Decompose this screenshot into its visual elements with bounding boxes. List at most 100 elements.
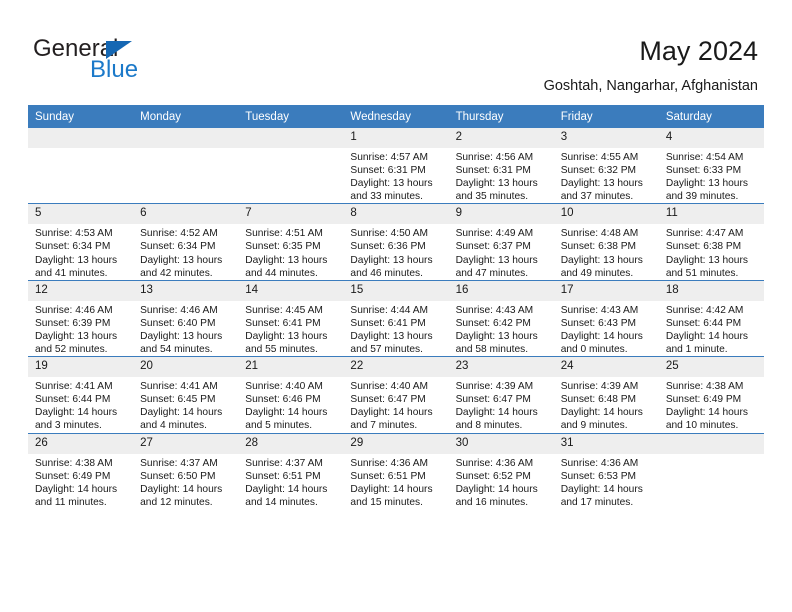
daylight-text: Daylight: 14 hours and 1 minute. <box>665 330 748 356</box>
day-details: Sunrise: 4:39 AM Sunset: 6:47 PM Dayligh… <box>449 377 554 432</box>
calendar-day-cell[interactable]: 16 Sunrise: 4:43 AM Sunset: 6:42 PM Dayl… <box>448 279 554 357</box>
day-number: 2 <box>448 128 554 148</box>
sunrise-text: Sunrise: 4:56 AM <box>455 152 534 163</box>
day-details: Sunrise: 4:54 AM Sunset: 6:33 PM Dayligh… <box>659 148 764 203</box>
sunrise-text: Sunrise: 4:38 AM <box>35 457 113 469</box>
weekday-header-saturday: Saturday <box>658 105 764 128</box>
day-number: 15 <box>343 280 449 301</box>
day-details: Sunrise: 4:38 AM Sunset: 6:49 PM Dayligh… <box>659 377 764 432</box>
calendar-day-cell[interactable]: 23 Sunrise: 4:39 AM Sunset: 6:47 PM Dayl… <box>448 356 554 433</box>
day-details: Sunrise: 4:43 AM Sunset: 6:43 PM Dayligh… <box>554 301 659 356</box>
day-number <box>238 128 344 148</box>
calendar-day-cell[interactable]: 8 Sunrise: 4:50 AM Sunset: 6:36 PM Dayli… <box>343 203 449 281</box>
day-number: 12 <box>28 280 134 301</box>
sunrise-text: Sunrise: 4:39 AM <box>560 381 639 393</box>
day-details: Sunrise: 4:53 AM Sunset: 6:34 PM Dayligh… <box>28 224 133 279</box>
calendar-week-row: 5 Sunrise: 4:53 AM Sunset: 6:34 PM Dayli… <box>28 203 764 281</box>
daylight-text: Daylight: 13 hours and 44 minutes. <box>245 254 328 279</box>
day-details: Sunrise: 4:42 AM Sunset: 6:44 PM Dayligh… <box>659 301 764 356</box>
day-number <box>133 128 239 148</box>
sunset-text: Sunset: 6:34 PM <box>35 241 111 253</box>
calendar-day-cell[interactable]: 21 Sunrise: 4:40 AM Sunset: 6:46 PM Dayl… <box>238 356 344 433</box>
day-details: Sunrise: 4:49 AM Sunset: 6:37 PM Dayligh… <box>449 224 554 279</box>
day-details: Sunrise: 4:36 AM Sunset: 6:52 PM Dayligh… <box>449 454 554 509</box>
sunrise-text: Sunrise: 4:36 AM <box>560 457 639 469</box>
calendar-body: 1 Sunrise: 4:57 AM Sunset: 6:31 PM Dayli… <box>28 128 764 509</box>
calendar-day-cell[interactable]: 18 Sunrise: 4:42 AM Sunset: 6:44 PM Dayl… <box>658 279 764 357</box>
day-details: Sunrise: 4:55 AM Sunset: 6:32 PM Dayligh… <box>554 148 659 203</box>
calendar-day-cell[interactable]: 31 Sunrise: 4:36 AM Sunset: 6:53 PM Dayl… <box>553 432 659 509</box>
calendar-day-cell[interactable]: 27 Sunrise: 4:37 AM Sunset: 6:50 PM Dayl… <box>133 432 239 509</box>
day-details: Sunrise: 4:50 AM Sunset: 6:36 PM Dayligh… <box>343 224 448 279</box>
calendar-day-cell[interactable]: 19 Sunrise: 4:41 AM Sunset: 6:44 PM Dayl… <box>28 356 134 433</box>
sunrise-text: Sunrise: 4:47 AM <box>665 228 744 240</box>
day-number: 11 <box>658 204 764 225</box>
day-number: 24 <box>553 357 659 378</box>
sunset-text: Sunset: 6:41 PM <box>245 317 321 329</box>
day-number: 30 <box>448 433 554 454</box>
weekday-header-sunday: Sunday <box>28 105 134 128</box>
daylight-text: Daylight: 13 hours and 55 minutes. <box>245 330 328 356</box>
day-details: Sunrise: 4:36 AM Sunset: 6:53 PM Dayligh… <box>554 454 659 509</box>
day-number: 21 <box>238 357 344 378</box>
calendar-day-cell[interactable]: 28 Sunrise: 4:37 AM Sunset: 6:51 PM Dayl… <box>238 432 344 509</box>
calendar-day-cell[interactable]: 11 Sunrise: 4:47 AM Sunset: 6:38 PM Dayl… <box>658 203 764 281</box>
location-subtitle: Goshtah, Nangarhar, Afghanistan <box>543 78 758 94</box>
sunrise-text: Sunrise: 4:36 AM <box>350 457 429 469</box>
day-number: 19 <box>28 357 134 378</box>
calendar-week-row: 19 Sunrise: 4:41 AM Sunset: 6:44 PM Dayl… <box>28 356 764 433</box>
generalblue-logo[interactable]: General Blue <box>33 36 263 86</box>
sunrise-text: Sunrise: 4:54 AM <box>665 152 744 163</box>
sunset-text: Sunset: 6:34 PM <box>140 241 216 253</box>
day-number: 4 <box>658 128 764 148</box>
sunrise-text: Sunrise: 4:40 AM <box>245 381 323 393</box>
calendar-day-cell[interactable]: 1 Sunrise: 4:57 AM Sunset: 6:31 PM Dayli… <box>343 128 449 204</box>
daylight-text: Daylight: 14 hours and 0 minutes. <box>560 330 643 356</box>
calendar-day-cell[interactable]: 15 Sunrise: 4:44 AM Sunset: 6:41 PM Dayl… <box>343 279 449 357</box>
calendar-day-cell[interactable]: 14 Sunrise: 4:45 AM Sunset: 6:41 PM Dayl… <box>238 279 344 357</box>
sunset-text: Sunset: 6:47 PM <box>455 394 531 406</box>
day-details: Sunrise: 4:40 AM Sunset: 6:46 PM Dayligh… <box>238 377 343 432</box>
weekday-header-friday: Friday <box>553 105 659 128</box>
daylight-text: Daylight: 14 hours and 4 minutes. <box>140 407 223 432</box>
calendar-day-cell[interactable]: 2 Sunrise: 4:56 AM Sunset: 6:31 PM Dayli… <box>448 128 554 204</box>
sunset-text: Sunset: 6:42 PM <box>455 317 531 329</box>
calendar-day-cell[interactable]: 29 Sunrise: 4:36 AM Sunset: 6:51 PM Dayl… <box>343 432 449 509</box>
calendar-day-cell[interactable]: 24 Sunrise: 4:39 AM Sunset: 6:48 PM Dayl… <box>553 356 659 433</box>
calendar-day-cell[interactable]: 20 Sunrise: 4:41 AM Sunset: 6:45 PM Dayl… <box>133 356 239 433</box>
day-details: Sunrise: 4:48 AM Sunset: 6:38 PM Dayligh… <box>554 224 659 279</box>
calendar-day-cell[interactable]: 12 Sunrise: 4:46 AM Sunset: 6:39 PM Dayl… <box>28 279 134 357</box>
calendar-day-cell[interactable]: 22 Sunrise: 4:40 AM Sunset: 6:47 PM Dayl… <box>343 356 449 433</box>
calendar-day-cell[interactable]: 3 Sunrise: 4:55 AM Sunset: 6:32 PM Dayli… <box>553 128 659 204</box>
daylight-text: Daylight: 13 hours and 47 minutes. <box>455 254 538 279</box>
calendar-day-cell[interactable]: 7 Sunrise: 4:51 AM Sunset: 6:35 PM Dayli… <box>238 203 344 281</box>
daylight-text: Daylight: 14 hours and 5 minutes. <box>245 407 328 432</box>
day-number: 27 <box>133 433 239 454</box>
day-number: 25 <box>658 357 764 378</box>
day-details: Sunrise: 4:36 AM Sunset: 6:51 PM Dayligh… <box>343 454 448 509</box>
weekday-header-thursday: Thursday <box>448 105 554 128</box>
calendar-day-cell[interactable]: 30 Sunrise: 4:36 AM Sunset: 6:52 PM Dayl… <box>448 432 554 509</box>
calendar-day-cell[interactable]: 26 Sunrise: 4:38 AM Sunset: 6:49 PM Dayl… <box>28 432 134 509</box>
daylight-text: Daylight: 14 hours and 17 minutes. <box>560 483 643 508</box>
day-details: Sunrise: 4:56 AM Sunset: 6:31 PM Dayligh… <box>449 148 554 203</box>
calendar-day-cell[interactable]: 9 Sunrise: 4:49 AM Sunset: 6:37 PM Dayli… <box>448 203 554 281</box>
daylight-text: Daylight: 13 hours and 51 minutes. <box>665 254 748 279</box>
calendar-day-cell[interactable]: 17 Sunrise: 4:43 AM Sunset: 6:43 PM Dayl… <box>553 279 659 357</box>
calendar-day-cell <box>28 128 134 204</box>
calendar-day-cell[interactable]: 6 Sunrise: 4:52 AM Sunset: 6:34 PM Dayli… <box>133 203 239 281</box>
calendar-day-cell[interactable]: 25 Sunrise: 4:38 AM Sunset: 6:49 PM Dayl… <box>658 356 764 433</box>
day-details: Sunrise: 4:41 AM Sunset: 6:45 PM Dayligh… <box>133 377 238 432</box>
calendar-day-cell[interactable]: 10 Sunrise: 4:48 AM Sunset: 6:38 PM Dayl… <box>553 203 659 281</box>
day-number: 8 <box>343 204 449 225</box>
calendar-day-cell[interactable]: 13 Sunrise: 4:46 AM Sunset: 6:40 PM Dayl… <box>133 279 239 357</box>
sunrise-text: Sunrise: 4:39 AM <box>455 381 534 393</box>
day-details: Sunrise: 4:41 AM Sunset: 6:44 PM Dayligh… <box>28 377 133 432</box>
sunrise-text: Sunrise: 4:40 AM <box>350 381 429 393</box>
sunrise-text: Sunrise: 4:50 AM <box>350 228 429 240</box>
calendar-week-row: 26 Sunrise: 4:38 AM Sunset: 6:49 PM Dayl… <box>28 432 764 509</box>
calendar-day-cell[interactable]: 5 Sunrise: 4:53 AM Sunset: 6:34 PM Dayli… <box>28 203 134 281</box>
day-number: 17 <box>553 280 659 301</box>
calendar-day-cell[interactable]: 4 Sunrise: 4:54 AM Sunset: 6:33 PM Dayli… <box>658 128 764 204</box>
sunrise-text: Sunrise: 4:45 AM <box>245 304 323 316</box>
